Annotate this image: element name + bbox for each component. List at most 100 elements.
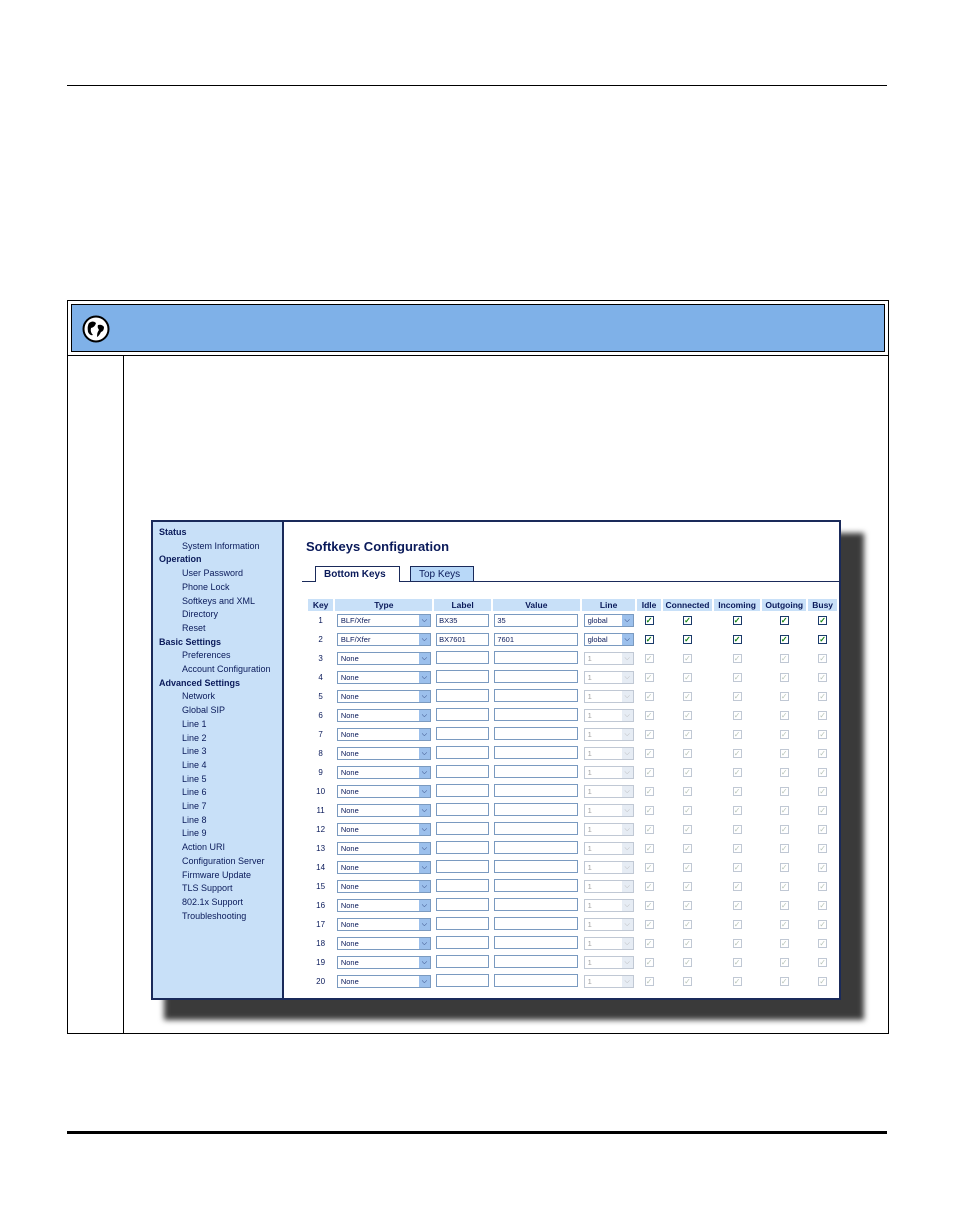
label-input[interactable] (436, 803, 490, 816)
connected-checkbox[interactable]: ✓ (682, 939, 692, 948)
incoming-checkbox[interactable]: ✓ (732, 920, 742, 929)
label-input[interactable] (436, 898, 490, 911)
idle-checkbox[interactable]: ✓ (644, 787, 654, 796)
idle-checkbox[interactable]: ✓ (644, 749, 654, 758)
incoming-checkbox[interactable]: ✓ (732, 863, 742, 872)
idle-checkbox[interactable]: ✓ (644, 616, 654, 625)
line-select[interactable]: 1 ⌵ (583, 652, 634, 665)
nav-item-line-7[interactable]: Line 7 (153, 800, 282, 814)
incoming-checkbox[interactable]: ✓ (732, 749, 742, 758)
nav-item-tls-support[interactable]: TLS Support (153, 882, 282, 896)
label-input[interactable] (436, 746, 490, 759)
incoming-checkbox[interactable]: ✓ (732, 711, 742, 720)
line-select[interactable]: 1 ⌵ (583, 880, 634, 893)
outgoing-checkbox[interactable]: ✓ (779, 844, 789, 853)
line-select[interactable]: 1 ⌵ (583, 671, 634, 684)
idle-checkbox[interactable]: ✓ (644, 711, 654, 720)
type-select[interactable]: None ⌵ (336, 918, 431, 931)
outgoing-checkbox[interactable]: ✓ (779, 882, 789, 891)
type-select[interactable]: None ⌵ (336, 671, 431, 684)
nav-item-directory[interactable]: Directory (153, 608, 282, 622)
connected-checkbox[interactable]: ✓ (682, 768, 692, 777)
value-input[interactable] (494, 746, 579, 759)
line-select[interactable]: global ⌵ (583, 633, 634, 646)
value-input[interactable] (494, 841, 579, 854)
incoming-checkbox[interactable]: ✓ (732, 768, 742, 777)
busy-checkbox[interactable]: ✓ (818, 939, 828, 948)
type-select[interactable]: None ⌵ (336, 842, 431, 855)
nav-item-global-sip[interactable]: Global SIP (153, 704, 282, 718)
value-input[interactable] (494, 955, 579, 968)
type-select[interactable]: None ⌵ (336, 861, 431, 874)
connected-checkbox[interactable]: ✓ (682, 825, 692, 834)
connected-checkbox[interactable]: ✓ (682, 692, 692, 701)
type-select[interactable]: None ⌵ (336, 880, 431, 893)
outgoing-checkbox[interactable]: ✓ (779, 768, 789, 777)
value-input[interactable] (494, 651, 579, 664)
outgoing-checkbox[interactable]: ✓ (779, 806, 789, 815)
outgoing-checkbox[interactable]: ✓ (779, 977, 789, 986)
idle-checkbox[interactable]: ✓ (644, 730, 654, 739)
nav-item-softkeys-and-xml[interactable]: Softkeys and XML (153, 595, 282, 609)
outgoing-checkbox[interactable]: ✓ (779, 730, 789, 739)
nav-item-troubleshooting[interactable]: Troubleshooting (153, 910, 282, 924)
type-select[interactable]: None ⌵ (336, 804, 431, 817)
line-select[interactable]: 1 ⌵ (583, 975, 634, 988)
idle-checkbox[interactable]: ✓ (644, 977, 654, 986)
line-select[interactable]: 1 ⌵ (583, 804, 634, 817)
idle-checkbox[interactable]: ✓ (644, 844, 654, 853)
outgoing-checkbox[interactable]: ✓ (779, 673, 789, 682)
label-input[interactable] (436, 765, 490, 778)
value-input[interactable]: 35 (494, 614, 579, 627)
idle-checkbox[interactable]: ✓ (644, 673, 654, 682)
type-select[interactable]: None ⌵ (336, 747, 431, 760)
outgoing-checkbox[interactable]: ✓ (779, 901, 789, 910)
label-input[interactable] (436, 860, 490, 873)
value-input[interactable] (494, 784, 579, 797)
nav-section-basic-settings[interactable]: Basic Settings (153, 636, 282, 650)
busy-checkbox[interactable]: ✓ (818, 711, 828, 720)
connected-checkbox[interactable]: ✓ (682, 787, 692, 796)
nav-item-line-9[interactable]: Line 9 (153, 827, 282, 841)
connected-checkbox[interactable]: ✓ (682, 806, 692, 815)
outgoing-checkbox[interactable]: ✓ (779, 616, 789, 625)
busy-checkbox[interactable]: ✓ (818, 863, 828, 872)
label-input[interactable] (436, 822, 490, 835)
nav-section-advanced-settings[interactable]: Advanced Settings (153, 677, 282, 691)
value-input[interactable] (494, 917, 579, 930)
line-select[interactable]: 1 ⌵ (583, 956, 634, 969)
busy-checkbox[interactable]: ✓ (818, 616, 828, 625)
incoming-checkbox[interactable]: ✓ (732, 730, 742, 739)
label-input[interactable] (436, 974, 490, 987)
outgoing-checkbox[interactable]: ✓ (779, 787, 789, 796)
nav-item-802-1x-support[interactable]: 802.1x Support (153, 896, 282, 910)
line-select[interactable]: 1 ⌵ (583, 918, 634, 931)
line-select[interactable]: 1 ⌵ (583, 899, 634, 912)
label-input[interactable] (436, 955, 490, 968)
busy-checkbox[interactable]: ✓ (818, 692, 828, 701)
busy-checkbox[interactable]: ✓ (818, 787, 828, 796)
idle-checkbox[interactable]: ✓ (644, 920, 654, 929)
busy-checkbox[interactable]: ✓ (818, 635, 828, 644)
line-select[interactable]: 1 ⌵ (583, 937, 634, 950)
connected-checkbox[interactable]: ✓ (682, 711, 692, 720)
incoming-checkbox[interactable]: ✓ (732, 692, 742, 701)
type-select[interactable]: None ⌵ (336, 823, 431, 836)
nav-item-network[interactable]: Network (153, 690, 282, 704)
idle-checkbox[interactable]: ✓ (644, 806, 654, 815)
nav-item-user-password[interactable]: User Password (153, 567, 282, 581)
connected-checkbox[interactable]: ✓ (682, 673, 692, 682)
connected-checkbox[interactable]: ✓ (682, 958, 692, 967)
connected-checkbox[interactable]: ✓ (682, 882, 692, 891)
nav-item-account-configuration[interactable]: Account Configuration (153, 663, 282, 677)
line-select[interactable]: 1 ⌵ (583, 728, 634, 741)
incoming-checkbox[interactable]: ✓ (732, 635, 742, 644)
value-input[interactable]: 7601 (494, 633, 579, 646)
incoming-checkbox[interactable]: ✓ (732, 654, 742, 663)
incoming-checkbox[interactable]: ✓ (732, 787, 742, 796)
incoming-checkbox[interactable]: ✓ (732, 882, 742, 891)
busy-checkbox[interactable]: ✓ (818, 977, 828, 986)
nav-item-line-3[interactable]: Line 3 (153, 745, 282, 759)
idle-checkbox[interactable]: ✓ (644, 692, 654, 701)
value-input[interactable] (494, 727, 579, 740)
